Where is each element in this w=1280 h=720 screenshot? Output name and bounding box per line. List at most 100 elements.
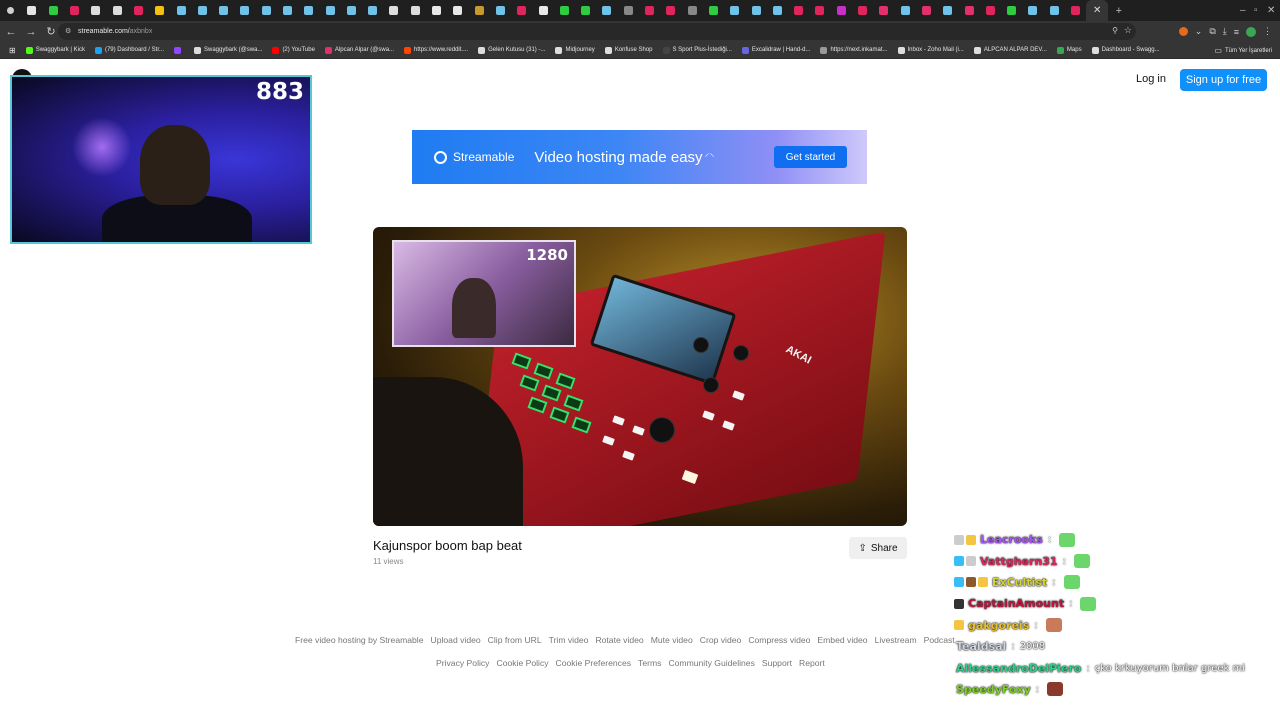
site-info-icon[interactable]: ⚙: [65, 27, 71, 35]
tab-list-menu-button[interactable]: [0, 0, 21, 21]
browser-tab[interactable]: [831, 0, 852, 21]
footer-link[interactable]: Free video hosting by Streamable: [295, 635, 424, 645]
browser-tab[interactable]: [682, 0, 703, 21]
maximize-icon[interactable]: ▫: [1254, 0, 1258, 21]
bookmark-item[interactable]: [169, 46, 189, 54]
footer-link[interactable]: Clip from URL: [488, 635, 542, 645]
browser-tab[interactable]: [43, 0, 64, 21]
signup-button[interactable]: Sign up for free: [1180, 69, 1267, 91]
footer-link[interactable]: Upload video: [431, 635, 481, 645]
browser-tab[interactable]: [745, 0, 766, 21]
bookmark-item[interactable]: Maps: [1052, 46, 1087, 54]
bookmark-star-icon[interactable]: ☆: [1124, 25, 1132, 36]
footer-link[interactable]: Rotate video: [595, 635, 643, 645]
browser-tab[interactable]: [341, 0, 362, 21]
browser-tab[interactable]: [639, 0, 660, 21]
browser-tab[interactable]: [277, 0, 298, 21]
footer-link[interactable]: Privacy Policy: [436, 658, 489, 668]
browser-tab[interactable]: [128, 0, 149, 21]
browser-tab[interactable]: [256, 0, 277, 21]
footer-link[interactable]: Embed video: [817, 635, 867, 645]
other-bookmarks[interactable]: ▭ Tüm Yer İşaretleri: [1214, 42, 1272, 59]
browser-tab[interactable]: [767, 0, 788, 21]
footer-link[interactable]: Cookie Preferences: [556, 658, 631, 668]
browser-tab[interactable]: [724, 0, 745, 21]
browser-tab[interactable]: [894, 0, 915, 21]
bookmark-item[interactable]: (2) YouTube: [267, 46, 319, 54]
footer-link[interactable]: Terms: [638, 658, 661, 668]
address-bar[interactable]: ⚙ streamable.com/axbnbx ⚲ ☆: [58, 23, 1136, 40]
ad-banner[interactable]: Streamable Video hosting made easy ⸝⸜ Ge…: [412, 130, 867, 184]
bookmark-item[interactable]: Alpcan Alpar (@swa...: [320, 46, 399, 54]
back-icon[interactable]: ←: [2, 23, 20, 41]
login-link[interactable]: Log in: [1136, 73, 1166, 85]
footer-link[interactable]: Trim video: [549, 635, 589, 645]
browser-tab[interactable]: [192, 0, 213, 21]
browser-tab[interactable]: [490, 0, 511, 21]
download-icon[interactable]: ⤓: [1223, 26, 1227, 37]
footer-link[interactable]: Community Guidelines: [668, 658, 754, 668]
video-player[interactable]: AKAI 1280: [373, 227, 907, 526]
browser-tab[interactable]: [405, 0, 426, 21]
bookmark-item[interactable]: Dashboard - Swagg...: [1087, 46, 1165, 54]
browser-tab[interactable]: [447, 0, 468, 21]
browser-tab[interactable]: [660, 0, 681, 21]
bookmark-item[interactable]: Inbox - Zoho Mail (i...: [893, 46, 969, 54]
browser-tab[interactable]: [85, 0, 106, 21]
browser-tab[interactable]: [596, 0, 617, 21]
bookmark-item[interactable]: (79) Dashboard / Str...: [90, 46, 169, 54]
footer-link[interactable]: Podcast: [924, 635, 955, 645]
browser-tab[interactable]: [426, 0, 447, 21]
browser-tab[interactable]: [575, 0, 596, 21]
browser-tab[interactable]: [213, 0, 234, 21]
footer-link[interactable]: Cookie Policy: [496, 658, 548, 668]
new-tab-button[interactable]: +: [1108, 0, 1129, 21]
zoom-icon[interactable]: ⚲: [1112, 26, 1118, 35]
browser-tab[interactable]: [383, 0, 404, 21]
browser-tab[interactable]: [298, 0, 319, 21]
bookmark-item[interactable]: Excalidraw | Hand-d...: [737, 46, 816, 54]
footer-link[interactable]: Livestream: [875, 635, 917, 645]
bookmark-item[interactable]: Midjourney: [550, 46, 599, 54]
browser-tab[interactable]: [1001, 0, 1022, 21]
bookmark-item[interactable]: Swaggybark (@swa...: [189, 46, 267, 54]
tab-active-close-icon[interactable]: ✕: [1086, 0, 1109, 21]
menu-kebab-icon[interactable]: ⋮: [1263, 26, 1272, 37]
browser-tab[interactable]: [980, 0, 1001, 21]
browser-tab[interactable]: [958, 0, 979, 21]
get-started-button[interactable]: Get started: [774, 146, 847, 168]
browser-tab[interactable]: [852, 0, 873, 21]
footer-link[interactable]: Support: [762, 658, 792, 668]
bookmark-item[interactable]: Swaggybark | Kick: [21, 46, 90, 54]
bookmark-item[interactable]: S Sport Plus-İstediği...: [658, 46, 737, 54]
browser-tab[interactable]: [319, 0, 340, 21]
browser-tab[interactable]: [703, 0, 724, 21]
browser-tab[interactable]: [809, 0, 830, 21]
bookmark-item[interactable]: https://next.inkamat...: [815, 46, 892, 54]
browser-tab[interactable]: [149, 0, 170, 21]
browser-tab[interactable]: [1065, 0, 1086, 21]
browser-tab[interactable]: [1022, 0, 1043, 21]
browser-tab[interactable]: [64, 0, 85, 21]
bookmark-item[interactable]: Gelen Kutusu (31) -...: [473, 46, 550, 54]
bookmark-item[interactable]: Konfuse Shop: [600, 46, 658, 54]
browser-tab[interactable]: [788, 0, 809, 21]
footer-link[interactable]: Mute video: [651, 635, 693, 645]
browser-tab[interactable]: [170, 0, 191, 21]
forward-icon[interactable]: →: [22, 23, 40, 41]
media-icon[interactable]: ≡: [1234, 27, 1239, 37]
browser-tab[interactable]: [554, 0, 575, 21]
extension-icon[interactable]: [1178, 27, 1188, 36]
bookmark-item[interactable]: ALPCAN ALPAR DEV...: [969, 46, 1052, 54]
apps-grid-icon[interactable]: ⊞: [4, 46, 21, 55]
browser-tab[interactable]: [106, 0, 127, 21]
profile-avatar[interactable]: [1246, 26, 1256, 37]
extensions-puzzle-icon[interactable]: ⧉: [1209, 26, 1215, 37]
browser-tab[interactable]: [1044, 0, 1065, 21]
share-button[interactable]: ⇪ Share: [849, 537, 907, 559]
footer-link[interactable]: Crop video: [700, 635, 742, 645]
browser-tab[interactable]: [532, 0, 553, 21]
browser-tab[interactable]: [873, 0, 894, 21]
browser-tab[interactable]: [511, 0, 532, 21]
close-window-icon[interactable]: ✕: [1267, 0, 1275, 21]
